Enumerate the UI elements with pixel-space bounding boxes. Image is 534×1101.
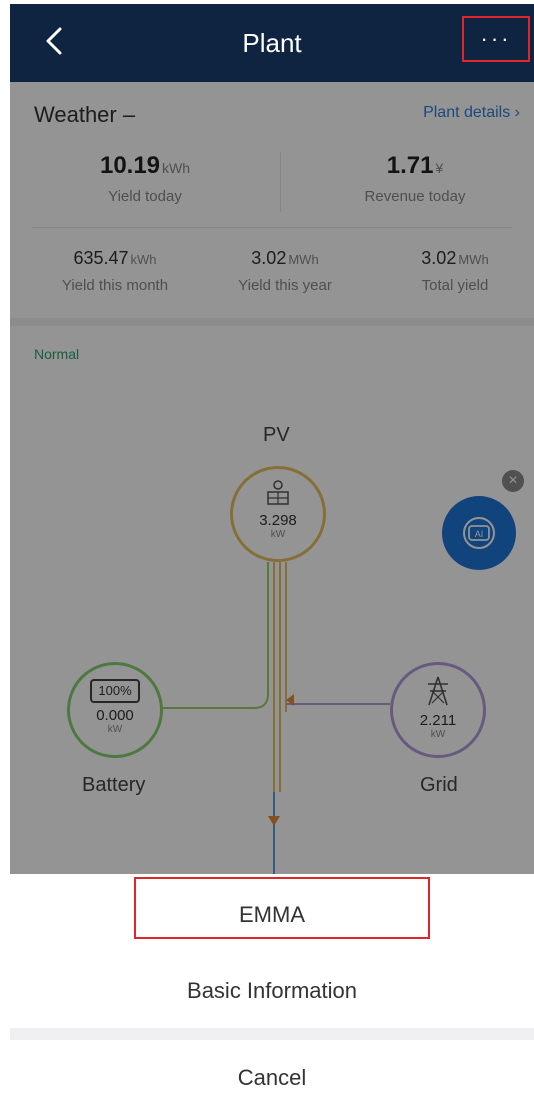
action-sheet: EMMA Basic Information Cancel bbox=[10, 874, 534, 1101]
basic-information-option[interactable]: Basic Information bbox=[10, 956, 534, 1026]
page-title: Plant bbox=[242, 27, 302, 58]
modal-dim-overlay[interactable] bbox=[10, 82, 534, 874]
cancel-button[interactable]: Cancel bbox=[10, 1054, 534, 1101]
back-icon[interactable] bbox=[38, 24, 72, 58]
app-header: Plant ··· bbox=[10, 4, 534, 82]
more-options-button[interactable]: ··· bbox=[462, 16, 530, 62]
emma-option[interactable]: EMMA bbox=[10, 880, 534, 950]
divider bbox=[10, 1028, 534, 1040]
